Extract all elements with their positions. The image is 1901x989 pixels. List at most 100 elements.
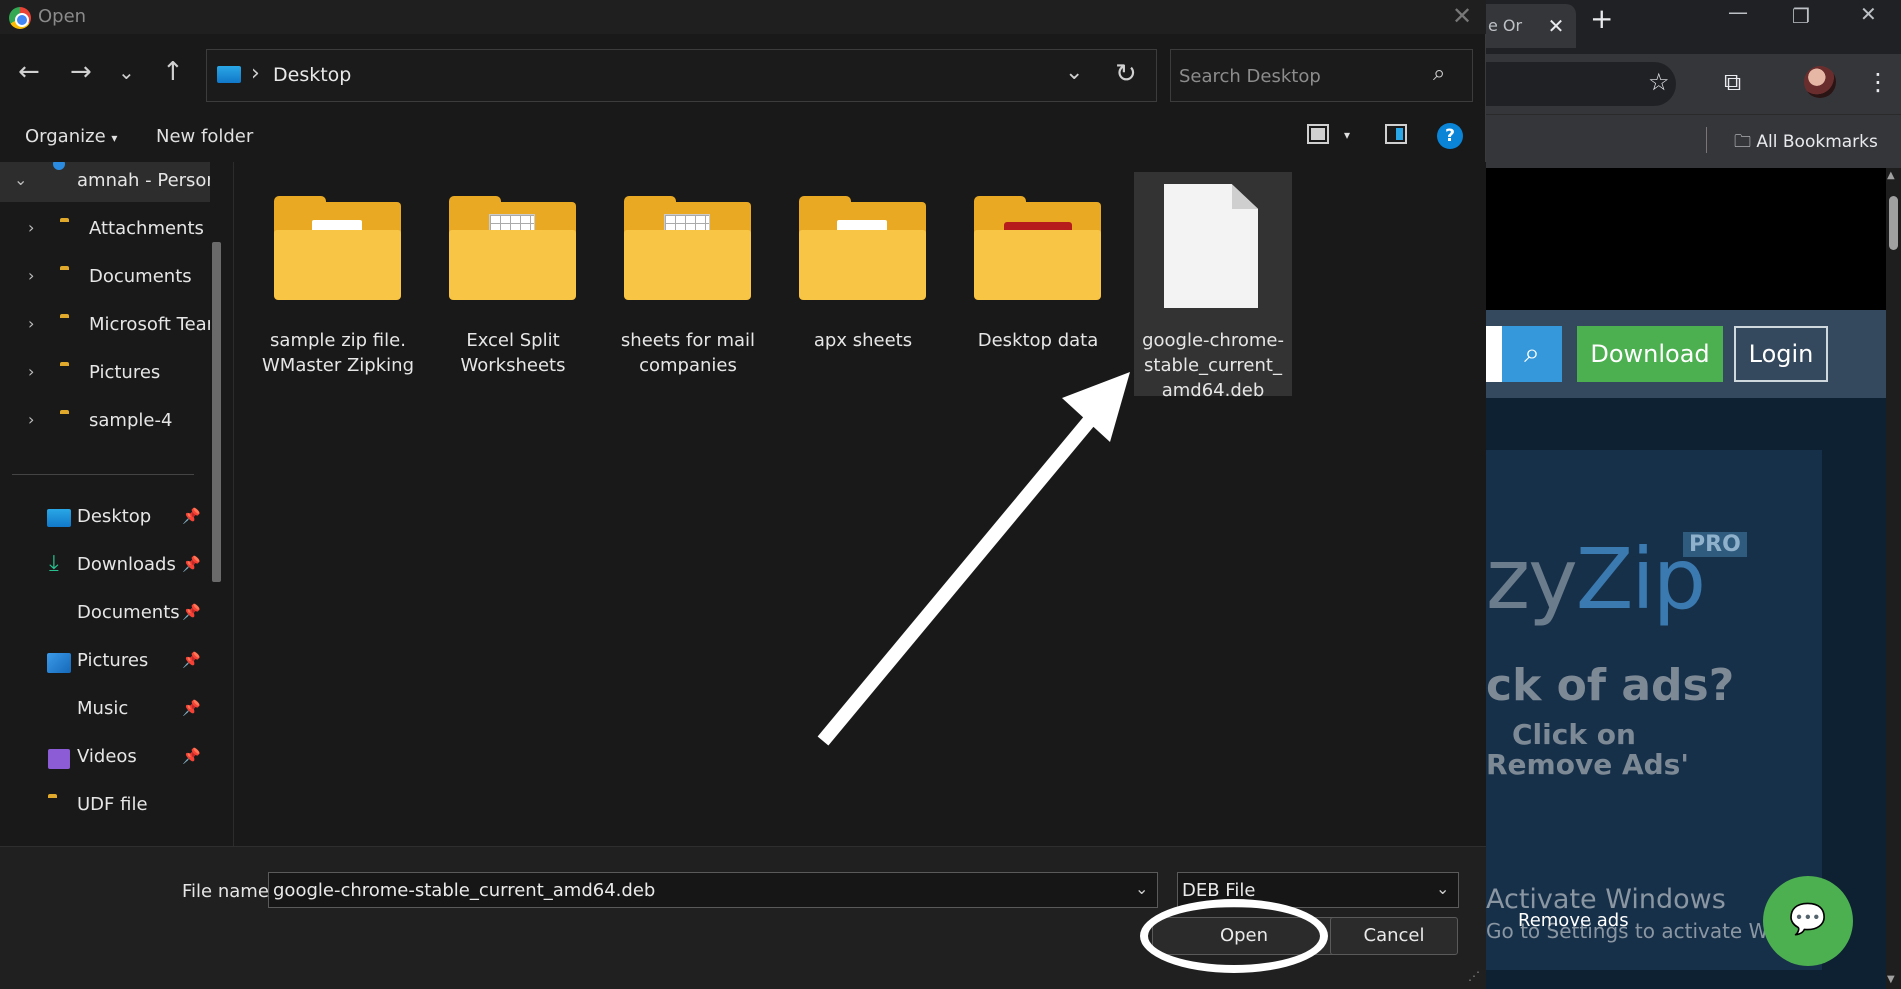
sidebar-item-label: UDF file <box>77 794 148 815</box>
file-item-label: apx sheets <box>813 330 913 351</box>
page-scrollbar[interactable]: ▲ ▼ <box>1886 168 1901 989</box>
pin-icon[interactable]: 📌 <box>182 603 201 621</box>
site-header: ⌕ Download Login <box>1486 310 1886 398</box>
scroll-down-icon[interactable]: ▼ <box>1887 974 1895 985</box>
breadcrumb-location[interactable]: Desktop <box>273 64 351 86</box>
back-arrow-icon[interactable]: ← <box>18 57 40 87</box>
collapsed-chevron-icon[interactable]: › <box>28 314 34 333</box>
collapsed-chevron-icon[interactable]: › <box>28 266 34 285</box>
help-button[interactable]: ? <box>1437 123 1463 149</box>
ad-headline: ck of ads? <box>1486 660 1735 711</box>
new-tab-icon[interactable]: + <box>1590 2 1613 35</box>
menu-kebab-icon[interactable]: ⋮ <box>1866 68 1890 96</box>
search-box[interactable]: ⌕ <box>1170 49 1473 102</box>
sidebar-item-onedrive[interactable]: ⌄ amnah - Personal <box>0 162 210 202</box>
sidebar-scrollbar-thumb[interactable] <box>212 242 221 582</box>
sidebar-item-label: Documents <box>77 602 180 623</box>
pin-icon[interactable]: 📌 <box>182 555 201 573</box>
pin-icon[interactable]: 📌 <box>182 651 201 669</box>
bookmark-star-icon[interactable]: ☆ <box>1648 68 1670 96</box>
dialog-title-bar: Open ✕ <box>0 0 1486 34</box>
refresh-icon[interactable]: ↻ <box>1115 59 1137 89</box>
browser-toolbar: ☆ ⧉ ⋮ <box>1486 54 1901 114</box>
sidebar-item-microsoft-teams[interactable]: › Microsoft Teams <box>0 306 210 346</box>
recent-locations-chevron-icon[interactable]: ⌄ <box>118 60 135 84</box>
collapsed-chevron-icon[interactable]: › <box>28 362 34 381</box>
search-input[interactable] <box>1179 62 1429 90</box>
file-item-excel-split[interactable]: Excel Split Worksheets <box>434 172 592 396</box>
login-button[interactable]: Login <box>1734 326 1828 382</box>
search-icon[interactable]: ⌕ <box>1433 61 1445 86</box>
new-folder-button[interactable]: New folder <box>156 126 253 147</box>
view-options-caret-icon[interactable]: ▾ <box>1344 128 1350 142</box>
avatar[interactable] <box>1804 66 1836 98</box>
file-type-value: DEB File <box>1182 880 1256 901</box>
organize-menu[interactable]: Organize ▾ <box>25 126 117 147</box>
file-item-chrome-deb[interactable]: google-chrome-stable_current_amd64.deb <box>1134 172 1292 401</box>
preview-pane-button[interactable] <box>1385 124 1407 148</box>
all-bookmarks-link[interactable]: 🗀 All Bookmarks <box>1734 129 1878 158</box>
file-type-dropdown-icon[interactable]: ⌄ <box>1436 879 1449 898</box>
tab-close-icon[interactable]: ✕ <box>1544 4 1568 48</box>
scrollbar-thumb[interactable] <box>1889 196 1898 250</box>
window-close-icon[interactable]: ✕ <box>1860 2 1877 26</box>
address-bar[interactable]: › Desktop ⌄ ↻ <box>206 49 1157 102</box>
sidebar-item-documents[interactable]: › Documents <box>0 258 210 298</box>
file-name-dropdown-icon[interactable]: ⌄ <box>1135 879 1148 898</box>
site-search-button[interactable]: ⌕ <box>1502 326 1562 382</box>
minimize-icon[interactable]: — <box>1728 0 1748 24</box>
forward-arrow-icon[interactable]: → <box>70 57 92 87</box>
dialog-footer: File name: ⌄ DEB File ⌄ Open Cancel ⋰ <box>0 846 1486 989</box>
folder-icon <box>449 196 576 302</box>
breadcrumb-chevron-icon[interactable]: › <box>251 61 260 86</box>
folder-outline-icon: 🗀 <box>1734 132 1751 152</box>
address-dropdown-icon[interactable]: ⌄ <box>1065 60 1083 85</box>
close-icon[interactable]: ✕ <box>1452 2 1472 30</box>
pin-icon[interactable]: 📌 <box>182 507 201 525</box>
pin-icon[interactable]: 📌 <box>182 699 201 717</box>
desktop-icon <box>47 509 71 527</box>
chat-button[interactable]: 💬 <box>1763 876 1853 966</box>
sidebar-item-label: amnah - Personal <box>77 170 210 191</box>
restore-icon[interactable]: ❐ <box>1792 4 1810 28</box>
file-item-label: Desktop data <box>977 330 1099 351</box>
site-search-input[interactable] <box>1486 326 1502 382</box>
up-arrow-icon[interactable]: ↑ <box>162 57 184 87</box>
cancel-button[interactable]: Cancel <box>1330 917 1458 955</box>
file-item-label-text: google-chrome-stable_current_amd64.deb <box>1142 330 1284 401</box>
organize-label: Organize <box>25 126 106 147</box>
remove-ads-link[interactable]: Remove ads <box>1518 910 1629 931</box>
expanded-chevron-icon[interactable]: ⌄ <box>14 170 27 189</box>
file-item-apx-sheets[interactable]: apx sheets <box>784 172 942 396</box>
sidebar-item-udf-file[interactable]: UDF file <box>0 786 210 826</box>
sidebar-item-sample-4[interactable]: › sample-4 <box>0 402 210 442</box>
sidebar-item-pictures-pinned[interactable]: Pictures 📌 <box>0 642 210 682</box>
browser-tab[interactable]: e Or ✕ <box>1486 4 1576 48</box>
file-name-combobox[interactable]: ⌄ <box>268 872 1158 908</box>
sidebar-item-downloads[interactable]: ⤓ Downloads 📌 <box>0 546 210 586</box>
sidebar-item-label: Microsoft Teams <box>89 314 210 335</box>
file-item-sample-zip[interactable]: sample zip file. WMaster Zipking <box>259 172 417 396</box>
sidebar-item-attachments[interactable]: › Attachments <box>0 210 210 250</box>
download-button[interactable]: Download <box>1577 326 1723 382</box>
sidebar-item-desktop[interactable]: Desktop 📌 <box>0 498 210 538</box>
sidebar-item-pictures[interactable]: › Pictures <box>0 354 210 394</box>
sidebar-item-videos[interactable]: Videos 📌 <box>0 738 210 778</box>
pictures-icon <box>47 653 71 673</box>
file-item-sheets-for-mail[interactable]: sheets for mail companies <box>609 172 767 396</box>
collapsed-chevron-icon[interactable]: › <box>28 410 34 429</box>
file-type-select[interactable]: DEB File ⌄ <box>1177 872 1459 908</box>
sidebar-item-music[interactable]: Music 📌 <box>0 690 210 730</box>
resize-grip-icon[interactable]: ⋰ <box>1468 969 1480 983</box>
file-name-input[interactable] <box>273 877 1113 903</box>
change-view-button[interactable] <box>1307 124 1329 148</box>
open-button[interactable]: Open <box>1152 917 1336 955</box>
pin-icon[interactable]: 📌 <box>182 747 201 765</box>
file-item-desktop-data[interactable]: Desktop data <box>959 172 1117 396</box>
scroll-up-icon[interactable]: ▲ <box>1887 170 1895 181</box>
extensions-icon[interactable]: ⧉ <box>1724 68 1741 96</box>
sidebar-item-documents-pinned[interactable]: Documents 📌 <box>0 594 210 634</box>
collapsed-chevron-icon[interactable]: › <box>28 218 34 237</box>
sidebar-item-label: Desktop <box>77 506 152 527</box>
download-icon: ⤓ <box>49 551 59 576</box>
